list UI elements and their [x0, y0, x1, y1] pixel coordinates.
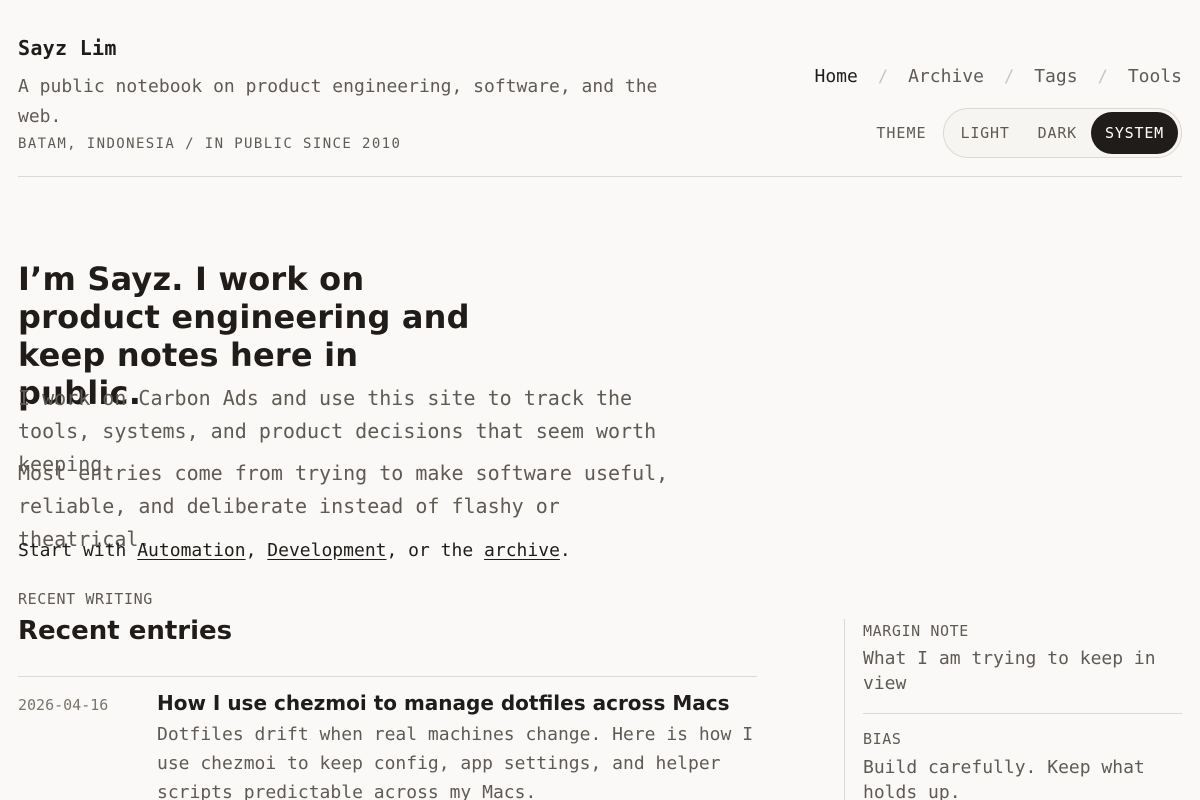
recent-divider	[18, 676, 757, 677]
recent-kicker: RECENT WRITING	[18, 590, 153, 608]
start-with-line: Start with Automation, Development, or t…	[18, 540, 571, 561]
start-middle: , or the	[386, 540, 474, 561]
nav-home[interactable]: Home	[814, 66, 857, 87]
header-divider	[18, 176, 1182, 177]
main-nav: Home / Archive / Tags / Tools	[814, 66, 1182, 87]
nav-separator: /	[1003, 66, 1015, 87]
theme-system-button[interactable]: SYSTEM	[1091, 112, 1178, 154]
entry-summary: Dotfiles drift when real machines change…	[157, 724, 754, 800]
start-suffix: .	[559, 540, 571, 561]
development-link[interactable]: Development	[267, 540, 386, 561]
recent-title: Recent entries	[18, 616, 233, 646]
theme-control: THEME LIGHT DARK SYSTEM	[876, 108, 1182, 158]
theme-dark-button[interactable]: DARK	[1024, 112, 1091, 154]
theme-switch: LIGHT DARK SYSTEM	[942, 108, 1182, 158]
nav-separator: /	[877, 66, 889, 87]
entry-date: 2026-04-16	[18, 696, 109, 714]
site-location: BATAM, INDONESIA / IN PUBLIC SINCE 2010	[18, 136, 402, 152]
entry-title-link[interactable]: How I use chezmoi to manage dotfiles acr…	[157, 691, 757, 715]
nav-tools[interactable]: Tools	[1128, 66, 1182, 87]
nav-archive[interactable]: Archive	[908, 66, 984, 87]
margin-note-text: What I am trying to keep in view	[863, 648, 1156, 694]
nav-tags[interactable]: Tags	[1034, 66, 1077, 87]
page: Sayz Lim A public notebook on product en…	[0, 0, 1200, 800]
site-name[interactable]: Sayz Lim	[18, 36, 117, 60]
site-tagline: A public notebook on product engineering…	[18, 76, 658, 127]
automation-link[interactable]: Automation	[137, 540, 245, 561]
theme-light-button[interactable]: LIGHT	[947, 112, 1024, 154]
start-comma: ,	[245, 540, 257, 561]
margin-note-kicker: MARGIN NOTE	[863, 622, 969, 640]
margin-aside: MARGIN NOTE What I am trying to keep in …	[844, 619, 1182, 800]
bias-kicker: BIAS	[863, 730, 902, 748]
nav-separator: /	[1097, 66, 1108, 87]
start-prefix: Start with	[18, 540, 127, 561]
theme-label: THEME	[876, 124, 927, 142]
bias-text: Build carefully. Keep what holds up.	[863, 757, 1145, 800]
archive-link[interactable]: archive	[484, 540, 560, 561]
aside-divider	[863, 713, 1182, 714]
